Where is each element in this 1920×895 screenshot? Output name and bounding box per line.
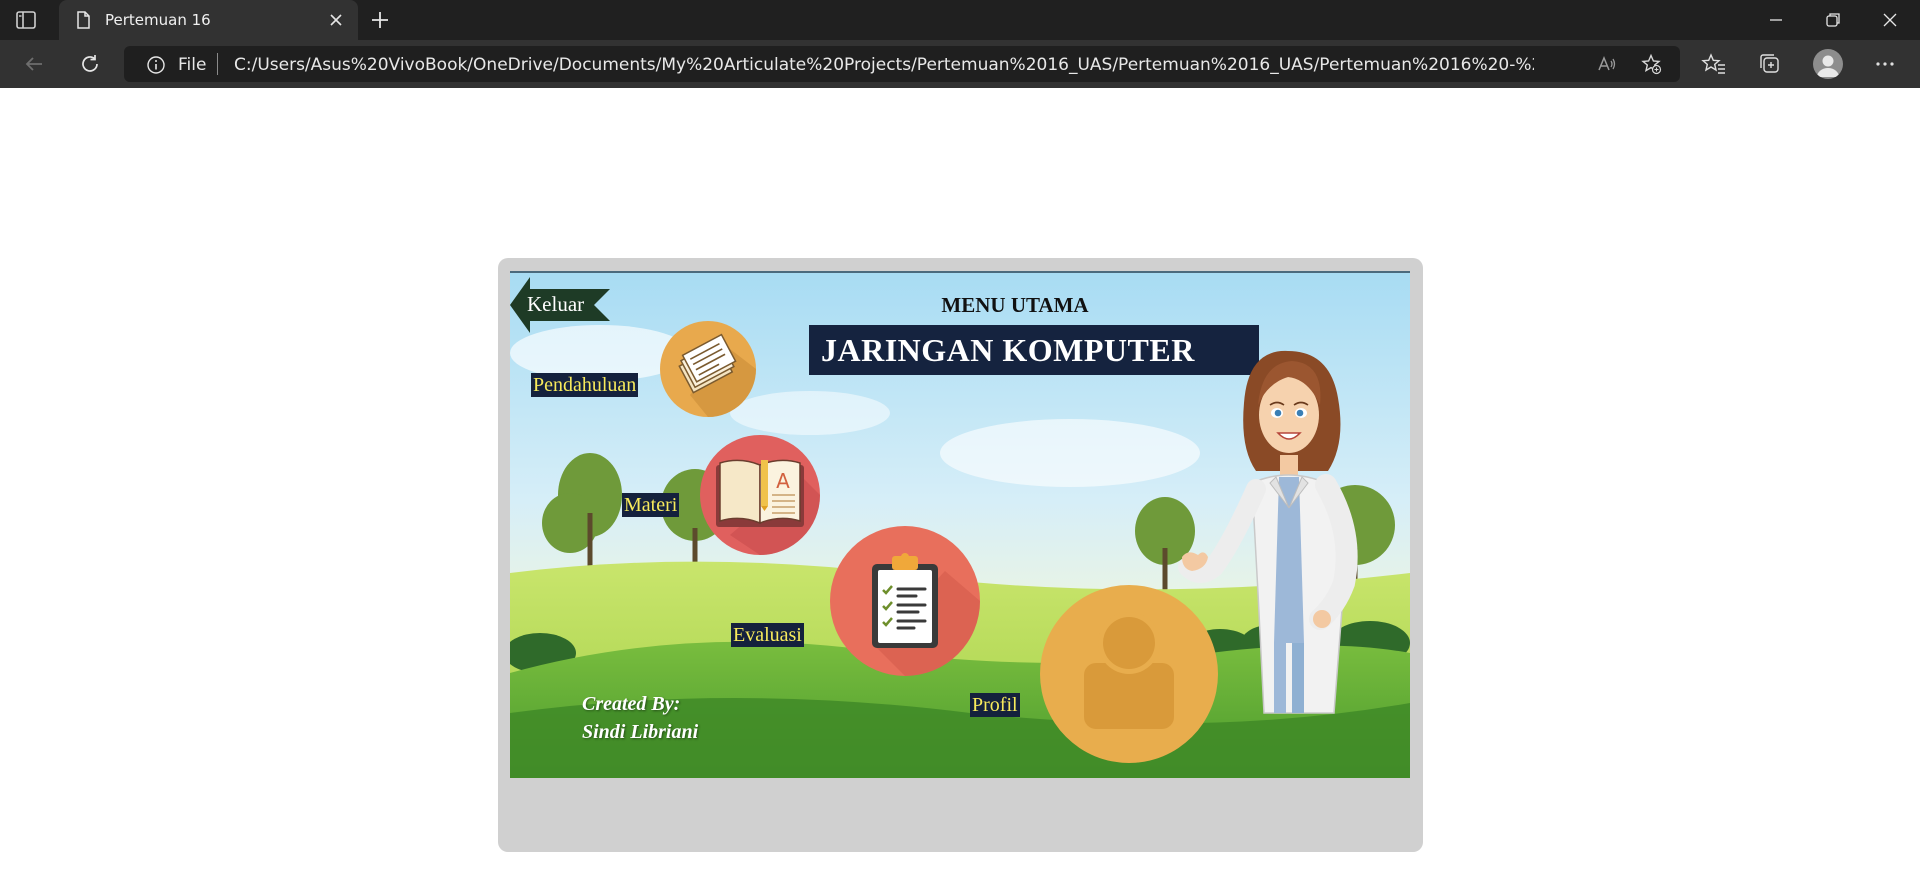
teacher-character xyxy=(1178,350,1358,714)
credit-line-2: Sindi Libriani xyxy=(582,721,699,743)
window-close-icon[interactable] xyxy=(1878,8,1902,32)
exit-label: Keluar xyxy=(527,292,585,316)
newspaper-icon xyxy=(678,333,756,417)
plus-icon[interactable] xyxy=(368,8,392,32)
favorites-icon[interactable] xyxy=(1701,51,1727,77)
profil-label[interactable]: Profil xyxy=(970,693,1020,717)
credit-line-1: Created By: xyxy=(582,693,681,715)
materi-button[interactable]: A xyxy=(700,435,820,555)
svg-text:A: A xyxy=(776,469,790,493)
menu-heading: MENU UTAMA xyxy=(941,293,1089,317)
page-icon xyxy=(73,10,93,30)
add-favorite-icon[interactable] xyxy=(1640,53,1662,75)
pendahuluan-label[interactable]: Pendahuluan xyxy=(531,373,639,397)
tab-title: Pertemuan 16 xyxy=(105,11,211,29)
tab-pertemuan-16[interactable]: Pertemuan 16 xyxy=(59,0,358,40)
evaluasi-button[interactable] xyxy=(830,526,980,676)
refresh-icon[interactable] xyxy=(78,52,102,76)
profile-icon[interactable] xyxy=(1813,49,1843,79)
browser-toolbar: File C:/Users/Asus%20VivoBook/OneDrive/D… xyxy=(0,40,1920,88)
exit-button[interactable]: Keluar xyxy=(510,275,612,335)
restore-icon[interactable] xyxy=(1821,8,1845,32)
clipboard-icon xyxy=(872,553,980,676)
close-icon[interactable] xyxy=(326,10,346,30)
address-separator xyxy=(217,53,218,75)
sidebar-toggle-icon[interactable] xyxy=(14,8,38,32)
evaluasi-label[interactable]: Evaluasi xyxy=(731,623,804,647)
minimize-icon[interactable] xyxy=(1764,8,1788,32)
info-icon[interactable] xyxy=(146,55,166,75)
collections-icon[interactable] xyxy=(1757,51,1783,77)
more-icon[interactable] xyxy=(1872,51,1898,77)
address-scheme: File xyxy=(178,55,207,75)
url-text[interactable]: C:/Users/Asus%20VivoBook/OneDrive/Docume… xyxy=(234,55,1534,75)
materi-label[interactable]: Materi xyxy=(622,493,680,517)
back-icon[interactable] xyxy=(22,52,46,76)
slide-main-menu: Keluar MENU UTAMA JARINGAN KOMPUTER Pend… xyxy=(510,271,1410,778)
pendahuluan-button[interactable] xyxy=(660,321,756,417)
address-bar[interactable]: File C:/Users/Asus%20VivoBook/OneDrive/D… xyxy=(124,46,1680,82)
browser-tab-bar: Pertemuan 16 xyxy=(0,0,1920,40)
read-aloud-icon[interactable] xyxy=(1596,53,1618,75)
book-icon: A xyxy=(716,459,820,555)
